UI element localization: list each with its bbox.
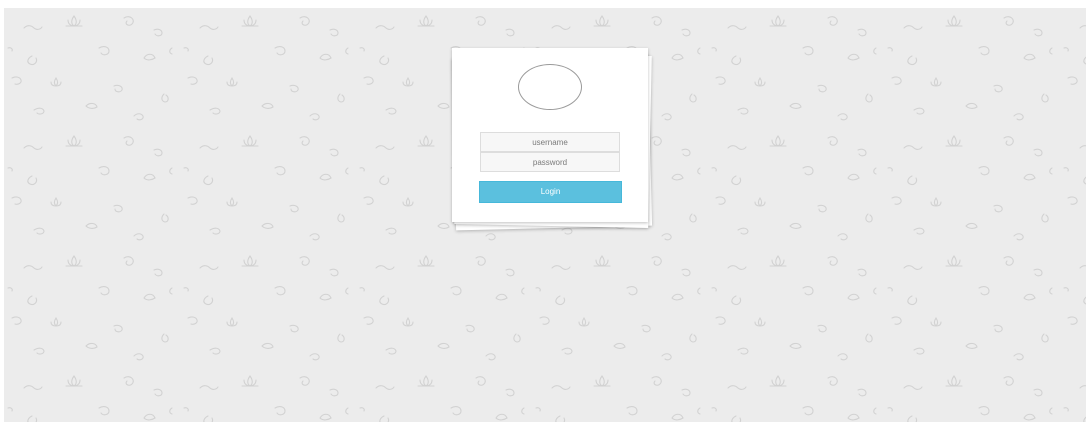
password-input[interactable] xyxy=(480,152,620,172)
login-button[interactable]: Login xyxy=(479,181,622,203)
avatar-circle-icon xyxy=(518,64,582,110)
login-card-stack: Login xyxy=(451,48,653,231)
username-input[interactable] xyxy=(480,132,620,152)
login-card: Login xyxy=(452,48,648,222)
